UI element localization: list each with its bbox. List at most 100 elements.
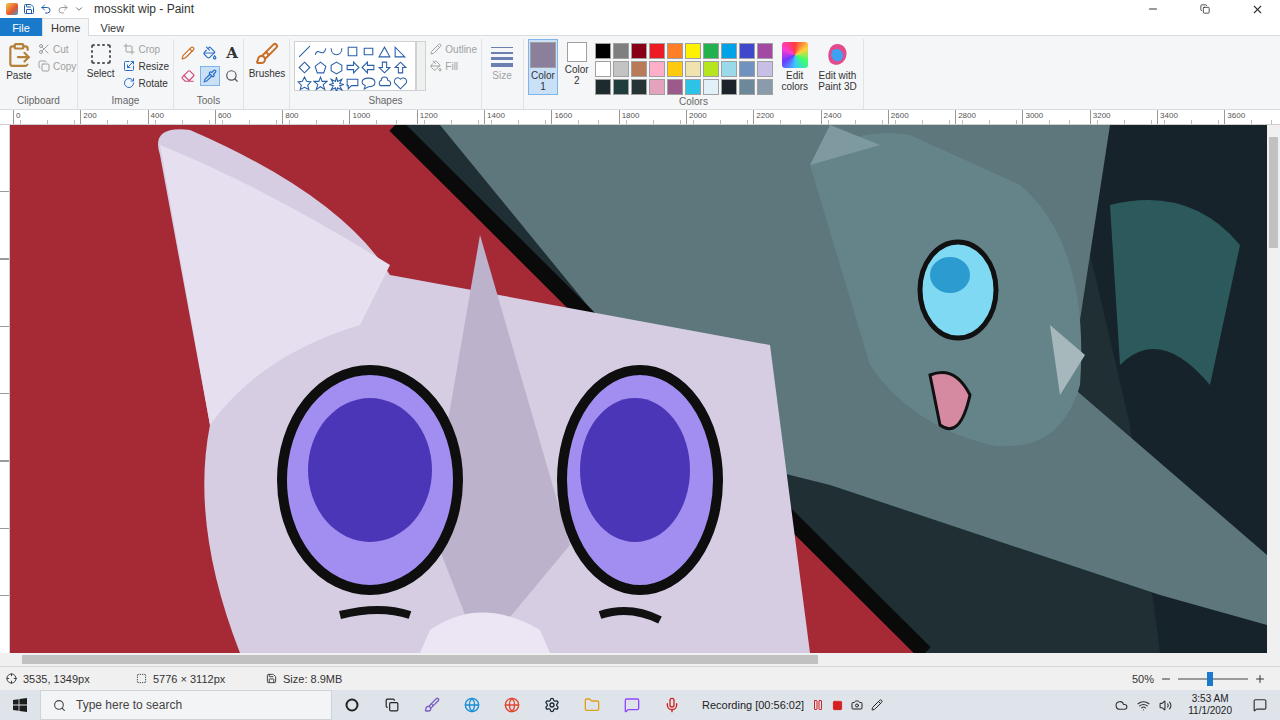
shape-icon[interactable]: [361, 44, 376, 59]
copy-button[interactable]: Copy: [38, 58, 76, 74]
zoom-in-icon[interactable]: [1254, 673, 1266, 685]
shape-icon[interactable]: [377, 60, 392, 75]
eraser-tool[interactable]: [178, 66, 198, 86]
shape-icon[interactable]: [297, 44, 312, 59]
magnifier-tool[interactable]: [222, 66, 242, 86]
palette-swatch[interactable]: [703, 43, 719, 59]
outline-button[interactable]: Outline: [430, 41, 477, 57]
paste-button[interactable]: Paste: [4, 39, 34, 84]
palette-swatch[interactable]: [721, 61, 737, 77]
taskbar-app[interactable]: [412, 690, 452, 720]
customize-icon[interactable]: [74, 4, 84, 14]
palette-swatch[interactable]: [703, 61, 719, 77]
taskbar-app[interactable]: [532, 690, 572, 720]
screenshot-icon[interactable]: [851, 699, 863, 711]
shape-icon[interactable]: [377, 76, 392, 91]
undo-icon[interactable]: [40, 3, 52, 15]
brushes-button[interactable]: Brushes: [248, 39, 286, 82]
shape-icon[interactable]: [393, 44, 408, 59]
picker-tool[interactable]: [200, 66, 220, 86]
horizontal-scrollbar[interactable]: [0, 653, 1280, 666]
start-button[interactable]: [0, 690, 40, 720]
vertical-scrollbar[interactable]: [1267, 125, 1280, 653]
zoom-out-icon[interactable]: [1160, 673, 1172, 685]
draw-icon[interactable]: [871, 699, 883, 711]
scroll-thumb[interactable]: [22, 655, 818, 664]
palette-swatch[interactable]: [739, 61, 755, 77]
palette-swatch[interactable]: [703, 79, 719, 95]
taskbar-app[interactable]: [372, 690, 412, 720]
palette-swatch[interactable]: [649, 79, 665, 95]
zoom-thumb[interactable]: [1207, 672, 1213, 686]
taskbar-app[interactable]: [572, 690, 612, 720]
cut-button[interactable]: Cut: [38, 41, 76, 57]
palette-swatch[interactable]: [685, 79, 701, 95]
palette-swatch[interactable]: [613, 61, 629, 77]
size-button[interactable]: Size: [486, 39, 518, 84]
stop-icon[interactable]: [832, 700, 843, 711]
redo-icon[interactable]: [57, 3, 69, 15]
palette-swatch[interactable]: [613, 79, 629, 95]
palette-swatch[interactable]: [757, 79, 773, 95]
shape-icon[interactable]: [313, 60, 328, 75]
ribbon-tab[interactable]: File: [0, 18, 42, 36]
shape-icon[interactable]: [361, 60, 376, 75]
minimize-button[interactable]: [1130, 0, 1176, 18]
shape-icon[interactable]: [393, 76, 408, 91]
volume-icon[interactable]: [1159, 699, 1172, 712]
network-icon[interactable]: [1137, 699, 1150, 712]
taskbar-app[interactable]: [652, 690, 692, 720]
palette-swatch[interactable]: [739, 79, 755, 95]
palette-swatch[interactable]: [649, 61, 665, 77]
search-box[interactable]: Type here to search: [40, 690, 332, 720]
shape-icon[interactable]: [297, 60, 312, 75]
fill-tool[interactable]: [200, 43, 220, 63]
palette-swatch[interactable]: [667, 79, 683, 95]
close-button[interactable]: [1234, 0, 1280, 18]
taskbar-app[interactable]: [492, 690, 532, 720]
paint-3d-button[interactable]: Edit with Paint 3D: [816, 39, 859, 95]
shape-icon[interactable]: [297, 76, 312, 91]
zoom-slider[interactable]: [1178, 678, 1248, 680]
shape-icon[interactable]: [361, 76, 376, 91]
shape-icon[interactable]: [313, 76, 328, 91]
palette-swatch[interactable]: [595, 61, 611, 77]
palette-swatch[interactable]: [595, 79, 611, 95]
palette-swatch[interactable]: [667, 61, 683, 77]
scroll-thumb[interactable]: [1269, 137, 1278, 248]
onedrive-icon[interactable]: [1115, 699, 1128, 712]
palette-swatch[interactable]: [631, 79, 647, 95]
shape-icon[interactable]: [329, 44, 344, 59]
palette-swatch[interactable]: [721, 43, 737, 59]
rotate-button[interactable]: Rotate: [123, 75, 169, 91]
pencil-tool[interactable]: [178, 43, 198, 63]
color-slot-button[interactable]: Color 2: [562, 39, 591, 89]
shape-icon[interactable]: [345, 76, 360, 91]
palette-swatch[interactable]: [631, 43, 647, 59]
crop-button[interactable]: Crop: [123, 41, 169, 57]
palette-swatch[interactable]: [757, 61, 773, 77]
palette-swatch[interactable]: [667, 43, 683, 59]
pause-icon[interactable]: [812, 699, 824, 711]
clock[interactable]: 3:53 AM11/1/2020: [1180, 693, 1240, 717]
color-slot-button[interactable]: Color 1: [528, 39, 558, 95]
shape-icon[interactable]: [345, 60, 360, 75]
canvas[interactable]: [10, 125, 1267, 653]
canvas-artwork[interactable]: [10, 125, 1267, 653]
shape-icon[interactable]: [345, 44, 360, 59]
palette-swatch[interactable]: [613, 43, 629, 59]
palette-swatch[interactable]: [595, 43, 611, 59]
shape-icon[interactable]: [329, 76, 344, 91]
palette-swatch[interactable]: [649, 43, 665, 59]
taskbar-app[interactable]: [332, 690, 372, 720]
palette-swatch[interactable]: [685, 61, 701, 77]
notifications-button[interactable]: [1240, 690, 1280, 720]
palette-swatch[interactable]: [685, 43, 701, 59]
shape-icon[interactable]: [393, 60, 408, 75]
select-button[interactable]: Select: [82, 39, 119, 82]
text-tool[interactable]: A: [222, 43, 242, 63]
ribbon-tab[interactable]: Home: [42, 18, 89, 36]
fill-button[interactable]: Fill: [430, 58, 477, 74]
shape-icon[interactable]: [377, 44, 392, 59]
restore-button[interactable]: [1182, 0, 1228, 18]
